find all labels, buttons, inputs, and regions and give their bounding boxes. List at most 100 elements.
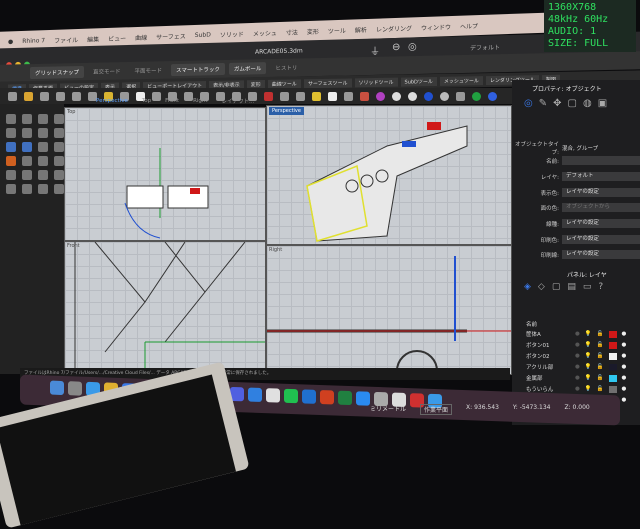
light-props-icon[interactable]: ◍ <box>583 98 592 109</box>
menu-analyze[interactable]: 解析 <box>355 24 367 33</box>
print-width-select[interactable]: レイヤの設定 <box>562 250 640 259</box>
move-tool-icon[interactable] <box>22 170 32 180</box>
vp-tab-top[interactable]: Top <box>142 98 151 104</box>
slack-icon[interactable] <box>266 388 280 403</box>
layer-color-swatch[interactable] <box>608 352 617 360</box>
viewport-right[interactable]: Right <box>266 245 512 375</box>
box-icon[interactable]: ▢ <box>552 282 561 292</box>
cplane-select[interactable]: 作業平面 <box>420 404 453 415</box>
launchpad-icon[interactable] <box>68 381 82 396</box>
current-layer-dot[interactable]: ● <box>575 364 580 370</box>
lightbulb-icon[interactable]: 💡 <box>585 386 592 392</box>
material-props-icon[interactable]: ✎ <box>539 98 547 109</box>
open-icon[interactable] <box>24 91 33 101</box>
ortho-toggle[interactable]: 直交モード <box>88 65 126 78</box>
decal-props-icon[interactable]: ▢ <box>568 98 577 109</box>
tab-curve-tools[interactable]: 曲線ツール <box>267 78 301 89</box>
vp-tab-layout[interactable]: レイアウト... <box>222 97 255 105</box>
display-mode[interactable]: デフォルト <box>470 42 500 52</box>
print-color-select[interactable]: レイヤの設定 <box>562 235 640 244</box>
fillet-tool-icon[interactable] <box>6 156 16 166</box>
layer-row[interactable]: アクリル部 ● 💡 🔓 ● <box>526 363 640 371</box>
boolean-tool-icon[interactable] <box>6 170 16 180</box>
tab-subd-tools[interactable]: SubDツール <box>400 76 437 87</box>
menu-render[interactable]: レンダリング <box>376 23 412 33</box>
viewport-label-right[interactable]: Right <box>269 247 282 253</box>
save-icon[interactable] <box>40 91 49 101</box>
lock-icon[interactable]: 🔓 <box>597 353 604 359</box>
lightbulb-icon[interactable]: 💡 <box>585 342 592 348</box>
render-props-icon[interactable]: ▣ <box>598 98 607 109</box>
excel-icon[interactable] <box>338 390 352 406</box>
material-dot[interactable]: ● <box>622 342 627 348</box>
trim-tool-icon[interactable] <box>38 156 48 166</box>
gumball-toggle[interactable]: ガムボール <box>228 62 267 75</box>
copy-tool-icon[interactable] <box>38 170 48 180</box>
face-color-select[interactable]: オブジェクトから <box>562 203 640 212</box>
point-tool-icon[interactable] <box>6 114 16 124</box>
name-input[interactable] <box>562 156 640 165</box>
offset-tool-icon[interactable] <box>22 156 32 166</box>
circle-tool-icon[interactable] <box>6 128 16 138</box>
material-dot[interactable]: ● <box>622 386 627 392</box>
menu-edit[interactable]: 編集 <box>87 34 99 43</box>
split-tool-icon[interactable] <box>54 156 64 166</box>
scale-tool-icon[interactable] <box>6 184 16 194</box>
mesh-tool-icon[interactable] <box>54 142 64 152</box>
notes-icon[interactable]: ▤ <box>567 282 576 292</box>
zoom-app-icon[interactable] <box>248 387 262 402</box>
target-icon[interactable]: ◎ <box>408 41 417 52</box>
layer-select[interactable]: デフォルト <box>562 172 640 181</box>
smarttrack-toggle[interactable]: スマートトラック <box>171 62 225 77</box>
lock-icon[interactable]: 🔓 <box>597 342 604 348</box>
viewport-label-front[interactable]: Front <box>67 243 80 249</box>
filter-icon[interactable]: ⏚ <box>370 42 380 57</box>
layer-row[interactable]: ボタン02 ● 💡 🔓 ● <box>526 352 640 360</box>
display-icon[interactable]: ◇ <box>538 282 545 292</box>
vp-tab-front[interactable]: Front <box>165 98 179 104</box>
lightbulb-icon[interactable]: 💡 <box>585 375 592 381</box>
menu-surface[interactable]: サーフェス <box>156 31 186 41</box>
texture-props-icon[interactable]: ✥ <box>553 98 561 109</box>
curve-tool-icon[interactable] <box>54 114 64 124</box>
layers-icon[interactable]: ◈ <box>524 282 531 292</box>
menu-file[interactable]: ファイル <box>54 35 78 45</box>
word-icon[interactable] <box>302 389 316 404</box>
new-icon[interactable] <box>8 91 17 101</box>
material-dot[interactable]: ● <box>622 397 627 403</box>
polyline-tool-icon[interactable] <box>38 114 48 124</box>
planar-toggle[interactable]: 平面モード <box>130 64 168 77</box>
vp-tab-right[interactable]: Right <box>193 98 207 104</box>
layer-row[interactable]: 金属部 ● 💡 🔓 ● <box>526 374 640 382</box>
viewport-top[interactable]: Top <box>64 107 266 241</box>
menu-mesh[interactable]: メッシュ <box>253 28 277 38</box>
viewport-perspective[interactable]: Perspective <box>266 105 512 245</box>
lock-icon[interactable]: 🔓 <box>597 331 604 337</box>
units-label[interactable]: ミリメートル <box>370 404 406 415</box>
surface-tool-icon[interactable] <box>6 142 16 152</box>
lightbulb-icon[interactable]: 💡 <box>585 364 592 370</box>
current-layer-dot[interactable]: ● <box>575 331 580 337</box>
menu-dimension[interactable]: 寸法 <box>286 27 298 36</box>
lightbulb-icon[interactable]: 💡 <box>585 331 592 337</box>
apple-icon[interactable]: ● <box>8 38 13 45</box>
history-toggle[interactable]: ヒストリ <box>270 61 302 74</box>
menu-window[interactable]: ウィンドウ <box>421 22 451 32</box>
vp-tab-perspective[interactable]: Perspective <box>96 98 128 104</box>
array-tool-icon[interactable] <box>38 184 48 194</box>
back-icon[interactable]: ⊖ <box>392 42 400 53</box>
layer-row[interactable]: 筐体A ● 💡 🔓 ● <box>526 330 640 338</box>
line-icon[interactable] <box>284 388 298 404</box>
rotate-tool-icon[interactable] <box>54 170 64 180</box>
current-layer-dot[interactable]: ● <box>575 342 580 348</box>
layer-color-swatch[interactable] <box>608 363 617 371</box>
tab-solid-tools[interactable]: ソリッドツール <box>354 77 398 87</box>
material-dot[interactable]: ● <box>622 375 627 381</box>
tab-surface-tools[interactable]: サーフェスツール <box>303 77 352 88</box>
current-layer-dot[interactable]: ● <box>575 386 580 392</box>
monitor-icon[interactable]: ▭ <box>583 282 592 292</box>
menu-help[interactable]: ヘルプ <box>460 21 478 31</box>
help-panel-icon[interactable]: ? <box>598 282 603 292</box>
material-dot[interactable]: ● <box>622 364 627 370</box>
tab-mesh-tools[interactable]: メッシュツール <box>439 75 483 86</box>
